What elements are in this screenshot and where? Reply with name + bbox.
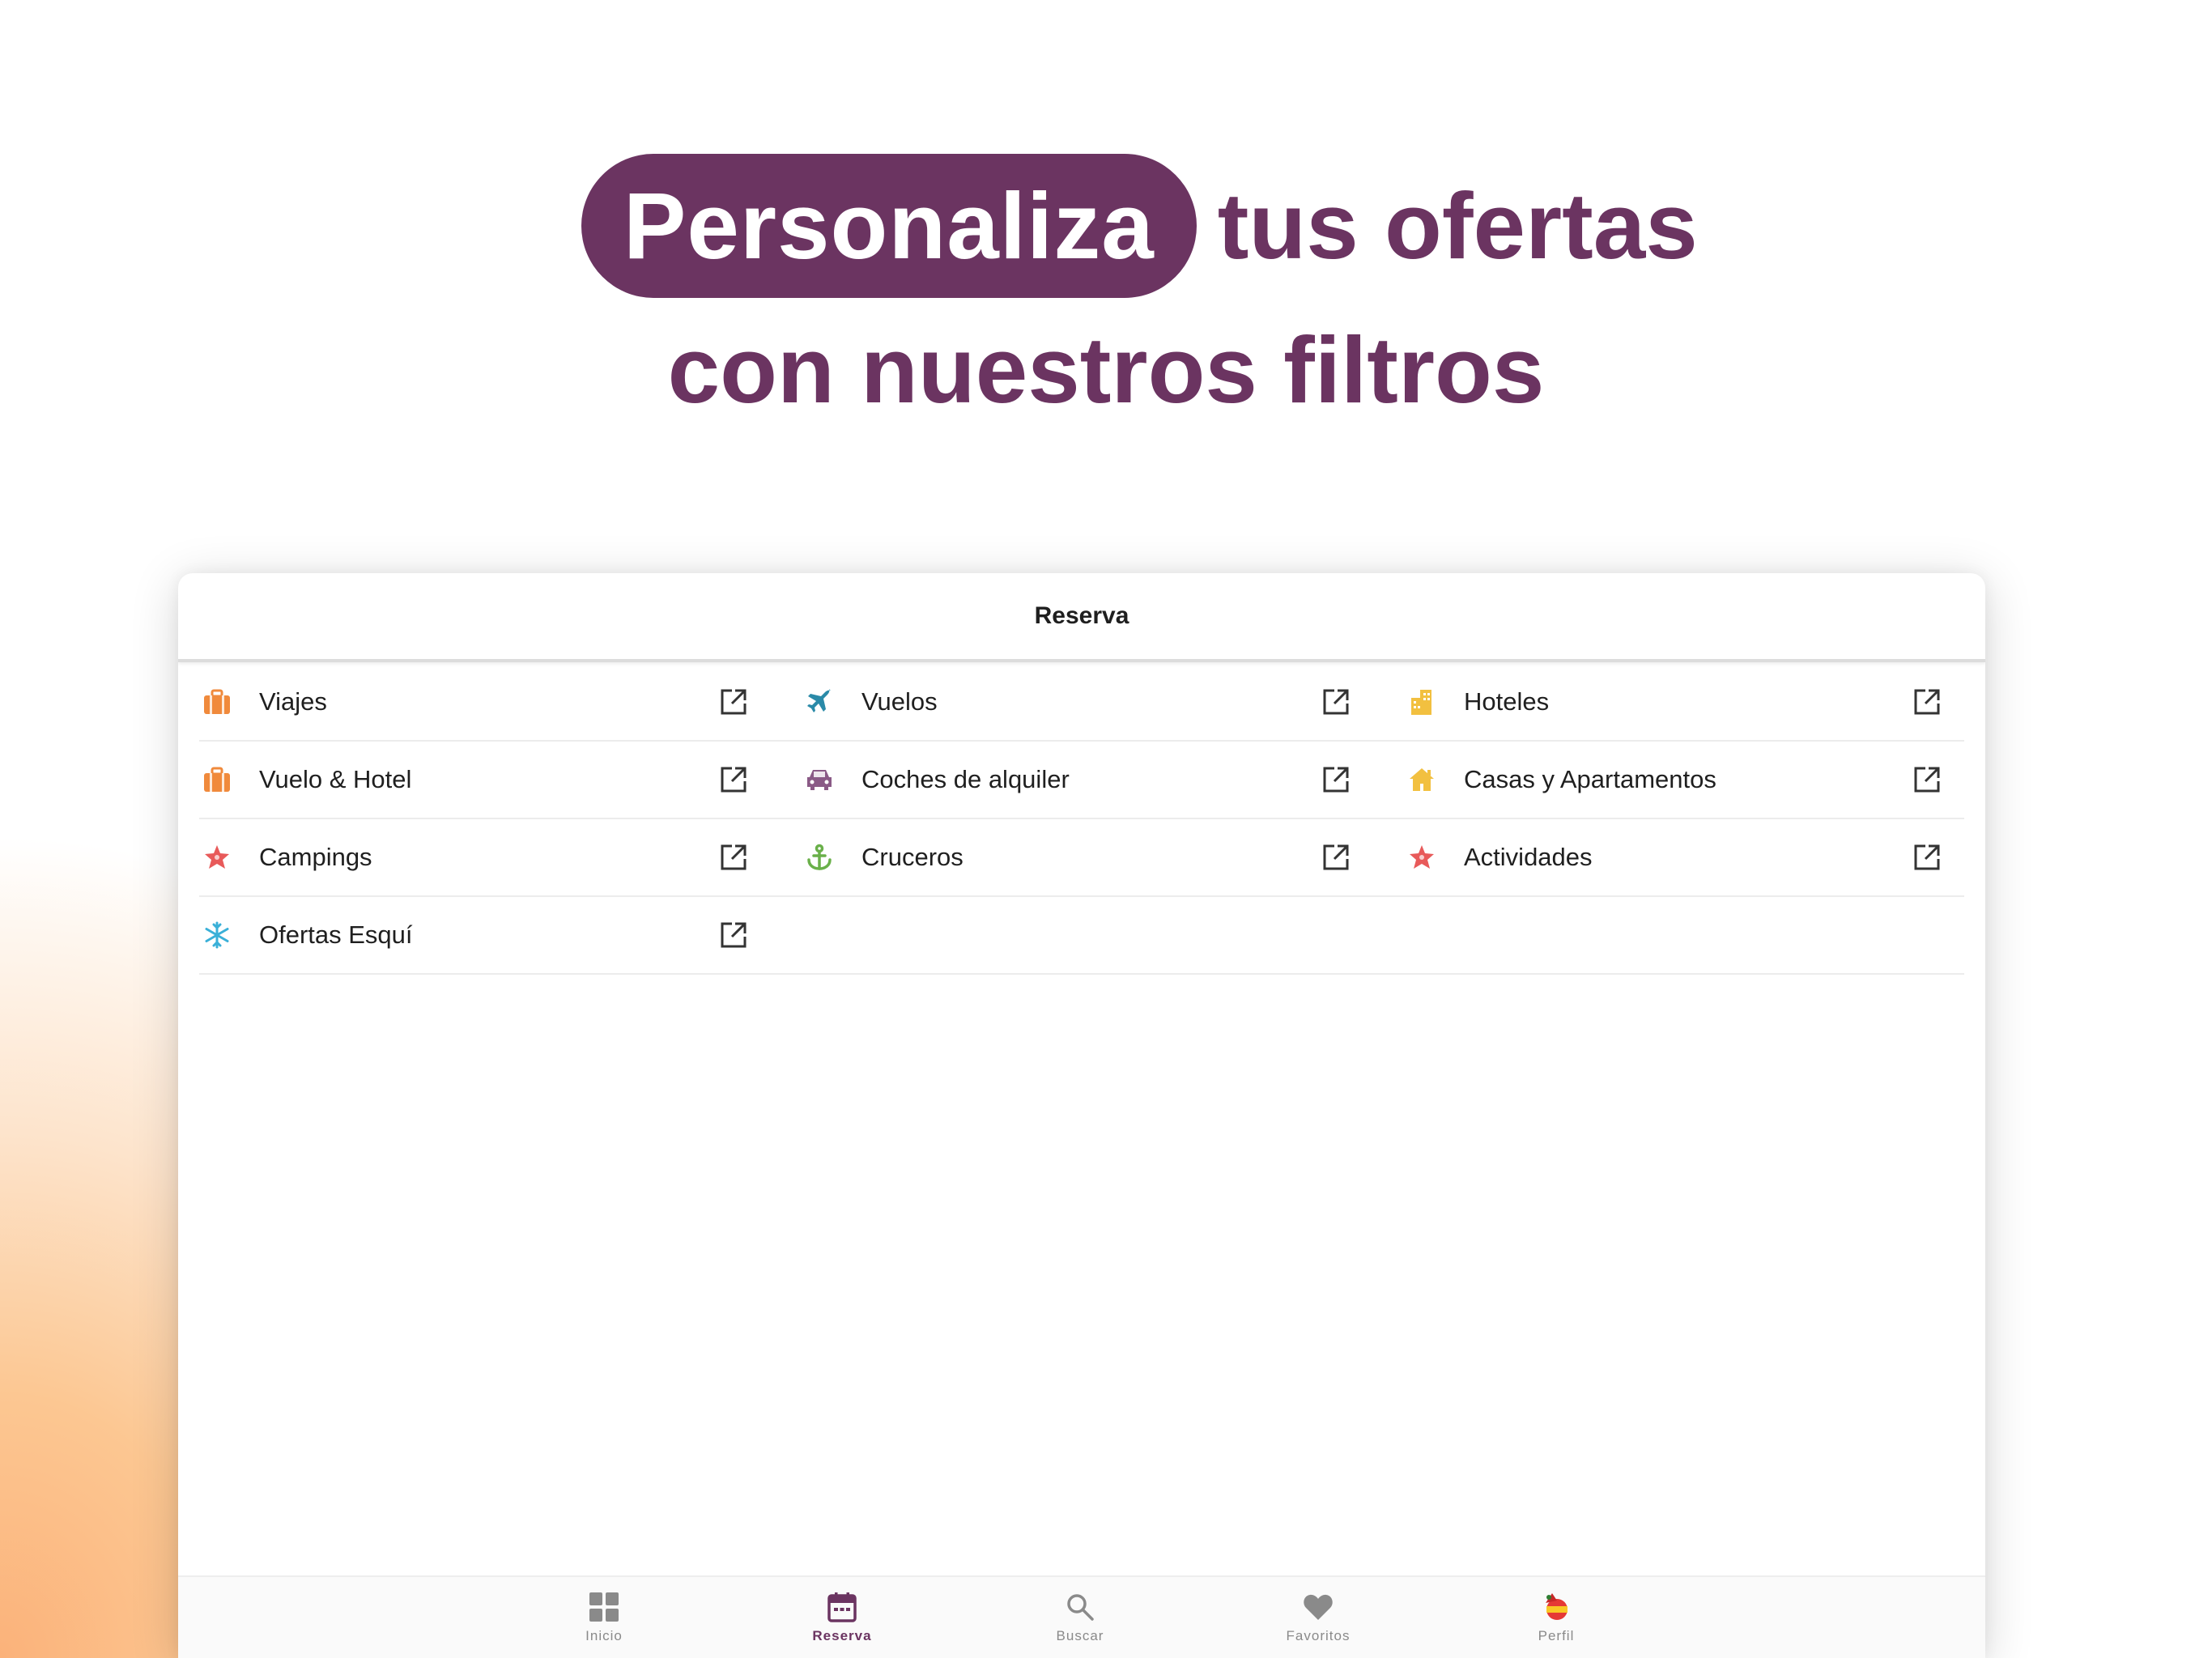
starfish-icon: [1407, 843, 1436, 872]
menu-item-label: Coches de alquiler: [861, 765, 1070, 793]
search-icon: [1064, 1591, 1096, 1623]
app-bar: Reserva: [178, 573, 1985, 662]
booking-menu-grid: Viajes Vuelos Hoteles Vuelo & Hotel Coch…: [199, 664, 1964, 975]
calendar-icon: [826, 1591, 858, 1623]
menu-item-label: Actividades: [1464, 843, 1593, 871]
open-external-icon[interactable]: [719, 920, 748, 950]
plane-icon: [805, 687, 834, 716]
menu-item-cruceros[interactable]: Cruceros: [802, 819, 1404, 897]
open-external-icon[interactable]: [1912, 687, 1942, 716]
menu-item-ofertas-esqui[interactable]: Ofertas Esquí: [199, 897, 802, 975]
nav-tab-reserva[interactable]: Reserva: [777, 1577, 907, 1658]
menu-item-vuelos[interactable]: Vuelos: [802, 664, 1404, 742]
tablet-screen: Reserva Viajes Vuelos Hoteles Vuelo & Ho…: [178, 573, 1985, 1658]
anchor-icon: [805, 843, 834, 872]
house-icon: [1407, 765, 1436, 794]
headline-line-1: Personaliza tus ofertas: [581, 154, 1698, 298]
nav-label: Inicio: [585, 1628, 623, 1643]
nav-label: Favoritos: [1286, 1628, 1351, 1643]
suitcase-icon: [202, 765, 232, 794]
heart-icon: [1302, 1591, 1334, 1623]
menu-item-label: Vuelo & Hotel: [259, 765, 412, 793]
grid-icon: [588, 1591, 620, 1623]
menu-empty-cell: [1404, 897, 1964, 975]
menu-item-label: Vuelos: [861, 687, 938, 716]
menu-item-vuelo-hotel[interactable]: Vuelo & Hotel: [199, 742, 802, 819]
starfish-icon: [202, 843, 232, 872]
car-icon: [805, 765, 834, 794]
menu-item-label: Ofertas Esquí: [259, 920, 413, 949]
open-external-icon[interactable]: [719, 765, 748, 794]
menu-item-label: Casas y Apartamentos: [1464, 765, 1716, 793]
nav-tab-perfil[interactable]: Perfil: [1491, 1577, 1621, 1658]
menu-empty-cell: [802, 897, 1404, 975]
open-external-icon[interactable]: [1321, 765, 1351, 794]
suitcase-icon: [202, 687, 232, 716]
open-external-icon[interactable]: [1321, 687, 1351, 716]
open-external-icon[interactable]: [1912, 765, 1942, 794]
nav-tab-buscar[interactable]: Buscar: [1015, 1577, 1145, 1658]
menu-item-label: Hoteles: [1464, 687, 1550, 716]
profile-flag-icon: [1540, 1591, 1572, 1623]
menu-item-label: Viajes: [259, 687, 327, 716]
snowflake-icon: [202, 920, 232, 950]
buildings-icon: [1407, 687, 1436, 716]
headline-rest: tus ofertas: [1217, 173, 1698, 278]
nav-tab-inicio[interactable]: Inicio: [539, 1577, 669, 1658]
menu-item-casas[interactable]: Casas y Apartamentos: [1404, 742, 1964, 819]
nav-label: Reserva: [812, 1628, 872, 1643]
nav-label: Perfil: [1538, 1628, 1575, 1643]
open-external-icon[interactable]: [1912, 843, 1942, 872]
menu-item-hoteles[interactable]: Hoteles: [1404, 664, 1964, 742]
menu-item-actividades[interactable]: Actividades: [1404, 819, 1964, 897]
menu-item-coches[interactable]: Coches de alquiler: [802, 742, 1404, 819]
menu-item-label: Campings: [259, 843, 372, 871]
open-external-icon[interactable]: [1321, 843, 1351, 872]
menu-item-viajes[interactable]: Viajes: [199, 664, 802, 742]
nav-tab-favoritos[interactable]: Favoritos: [1253, 1577, 1383, 1658]
open-external-icon[interactable]: [719, 687, 748, 716]
headline-line-2: con nuestros filtros: [667, 317, 1545, 423]
open-external-icon[interactable]: [719, 843, 748, 872]
nav-label: Buscar: [1056, 1628, 1104, 1643]
bottom-navigation: Inicio Reserva Buscar Favoritos Perfil: [178, 1575, 1985, 1658]
headline-highlight: Personaliza: [581, 154, 1197, 298]
page-title: Reserva: [1034, 602, 1129, 629]
menu-item-campings[interactable]: Campings: [199, 819, 802, 897]
menu-item-label: Cruceros: [861, 843, 963, 871]
